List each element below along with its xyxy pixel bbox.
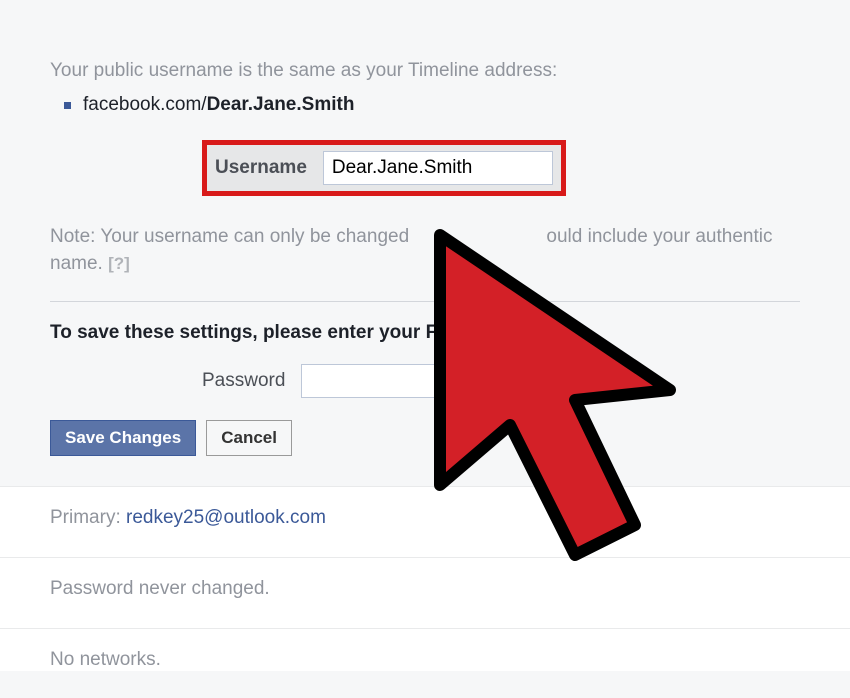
save-instruction: To save these settings, please enter you… <box>50 322 800 344</box>
intro-text: Your public username is the same as your… <box>50 60 800 82</box>
bullet-icon <box>64 102 71 109</box>
username-label: Username <box>215 157 307 179</box>
note-text: Note: Your username can only be changed … <box>50 224 800 277</box>
divider <box>50 301 800 302</box>
timeline-url: facebook.com/Dear.Jane.Smith <box>64 94 800 116</box>
url-prefix: facebook.com/ <box>83 94 207 116</box>
divider-lower-2 <box>0 628 850 629</box>
save-button[interactable]: Save Changes <box>50 420 196 456</box>
help-icon[interactable]: [?] <box>108 254 130 273</box>
divider-lower <box>0 557 850 558</box>
primary-email[interactable]: redkey25@outlook.com <box>126 507 326 528</box>
url-username: Dear.Jane.Smith <box>207 94 355 116</box>
username-row: Username <box>202 140 800 196</box>
username-input[interactable] <box>323 151 553 185</box>
username-highlight: Username <box>202 140 566 196</box>
lower-section: Primary: redkey25@outlook.com Password n… <box>0 486 850 671</box>
cancel-button[interactable]: Cancel <box>206 420 292 456</box>
primary-label: Primary: <box>50 507 126 528</box>
password-label: Password <box>202 370 285 392</box>
password-row: Password <box>202 364 800 398</box>
primary-email-line: Primary: redkey25@outlook.com <box>50 507 800 529</box>
password-changed-line: Password never changed. <box>50 578 800 600</box>
note-before: Note: Your username can only be changed <box>50 226 414 247</box>
button-row: Save Changes Cancel <box>50 420 800 456</box>
networks-line: No networks. <box>50 649 800 671</box>
password-input[interactable] <box>301 364 531 398</box>
